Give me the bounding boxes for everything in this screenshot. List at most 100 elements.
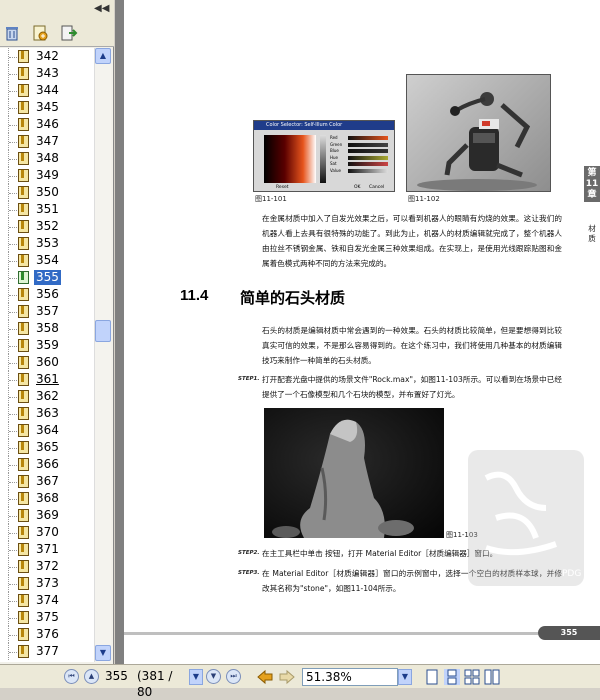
dialog-slider-bar [348,162,388,166]
robot-image [417,92,537,191]
bookmark-icon [18,628,29,641]
bookmark-item-363[interactable]: 363 [0,405,94,422]
bookmark-item-366[interactable]: 366 [0,456,94,473]
go-back-icon[interactable] [256,669,274,685]
paragraph-stone-intro: 石头的材质是编辑材质中常会遇到的一种效果。石头的材质比较简单，但是要想得到比较真… [262,326,562,365]
bookmark-item-351[interactable]: 351 [0,201,94,218]
go-forward-icon[interactable] [278,669,296,685]
bookmark-item-373[interactable]: 373 [0,575,94,592]
bookmark-item-344[interactable]: 344 [0,82,94,99]
tree-branch [9,142,17,143]
watermark-seal: PDG [466,448,586,591]
bookmark-item-348[interactable]: 348 [0,150,94,167]
bookmark-item-369[interactable]: 369 [0,507,94,524]
bookmark-item-347[interactable]: 347 [0,133,94,150]
bookmark-item-356[interactable]: 356 [0,286,94,303]
tree-branch [9,74,17,75]
continuous-page-icon[interactable] [444,669,460,685]
current-page-field[interactable]: 355 [102,668,132,686]
scroll-up-button[interactable]: ▲ [95,48,111,64]
whiteness-bar [320,135,326,183]
bookmark-item-352[interactable]: 352 [0,218,94,235]
tree-branch [9,431,17,432]
document-page: Color Selector: Self-Illum Color Red Gree… [124,0,600,664]
facing-pages-icon[interactable] [464,669,480,685]
bookmark-item-377[interactable]: 377 [0,643,94,660]
bookmark-label: 356 [36,287,59,301]
first-page-button[interactable]: ⏮ [64,669,79,684]
bookmark-icon [18,645,29,658]
bookmark-item-364[interactable]: 364 [0,422,94,439]
bookmark-scrollbar[interactable]: ▲ ▼ [94,48,111,662]
bookmark-label: 370 [36,525,59,539]
dialog-slider-bar [348,168,388,173]
bookmark-item-375[interactable]: 375 [0,609,94,626]
tree-branch [9,567,17,568]
tree-branch [9,550,17,551]
bookmark-list: 342 343 344 345 346 347 348 349 350 351 352 353 354 3… [0,48,94,662]
step3-label: STEP3. [238,570,260,576]
bookmark-item-368[interactable]: 368 [0,490,94,507]
bookmark-icon [18,577,29,590]
bookmark-item-350[interactable]: 350 [0,184,94,201]
bookmark-item-343[interactable]: 343 [0,65,94,82]
bookmark-icon [18,118,29,131]
bookmark-item-362[interactable]: 362 [0,388,94,405]
bookmark-item-358[interactable]: 358 [0,320,94,337]
next-page-button[interactable]: ▼ [206,669,221,684]
bookmark-label: 368 [36,491,59,505]
continuous-facing-icon[interactable] [484,669,500,685]
bookmark-item-365[interactable]: 365 [0,439,94,456]
new-bookmark-icon[interactable] [31,24,49,42]
bookmark-label: 344 [36,83,59,97]
tree-branch [9,414,17,415]
goto-bookmark-icon[interactable] [60,24,78,42]
bookmark-item-345[interactable]: 345 [0,99,94,116]
bookmark-item-370[interactable]: 370 [0,524,94,541]
bookmark-icon [18,594,29,607]
bookmark-item-376[interactable]: 376 [0,626,94,643]
bookmark-label: 362 [36,389,59,403]
trash-icon[interactable] [3,24,21,42]
document-viewer[interactable]: Color Selector: Self-Illum Color Red Gree… [115,0,600,664]
bookmark-item-357[interactable]: 357 [0,303,94,320]
bookmark-item-342[interactable]: 342 [0,48,94,65]
bookmark-item-371[interactable]: 371 [0,541,94,558]
step2-label: STEP2. [238,550,260,556]
figure-stone-render [264,408,444,538]
bookmark-icon [18,373,29,386]
tree-branch [9,363,17,364]
bookmark-item-372[interactable]: 372 [0,558,94,575]
bookmark-item-354[interactable]: 354 [0,252,94,269]
tree-branch [9,533,17,534]
dialog-slider-bar [348,142,388,147]
bookmark-item-353[interactable]: 353 [0,235,94,252]
scroll-down-button[interactable]: ▼ [95,645,111,661]
bookmark-label: 374 [36,593,59,607]
page-dropdown-button[interactable]: ▼ [189,669,203,685]
bookmark-label: 351 [36,202,59,216]
last-page-button[interactable]: ⏭ [226,669,241,684]
dialog-slider-bar [348,155,388,160]
bookmark-icon [18,169,29,182]
zoom-field[interactable]: 51.38% [302,668,398,686]
bookmark-item-349[interactable]: 349 [0,167,94,184]
bookmark-item-346[interactable]: 346 [0,116,94,133]
previous-page-button[interactable]: ▲ [84,669,99,684]
bookmark-item-359[interactable]: 359 [0,337,94,354]
bookmark-item-361[interactable]: 361 [0,371,94,388]
bookmark-icon [18,356,29,369]
bookmark-icon [18,50,29,63]
single-page-icon[interactable] [424,669,440,685]
bookmark-item-355[interactable]: 355 [0,269,94,286]
bookmark-item-374[interactable]: 374 [0,592,94,609]
collapse-panel-button[interactable]: ◀◀ [94,3,109,15]
bookmark-item-360[interactable]: 360 [0,354,94,371]
tree-branch [9,57,17,58]
bookmark-icon [18,220,29,233]
zoom-dropdown-button[interactable]: ▼ [398,669,412,685]
scroll-thumb[interactable] [95,320,111,342]
bookmark-item-367[interactable]: 367 [0,473,94,490]
tree-branch [9,499,17,500]
dialog-sliders: Red Green Blue Hue Sat Value [330,135,392,175]
